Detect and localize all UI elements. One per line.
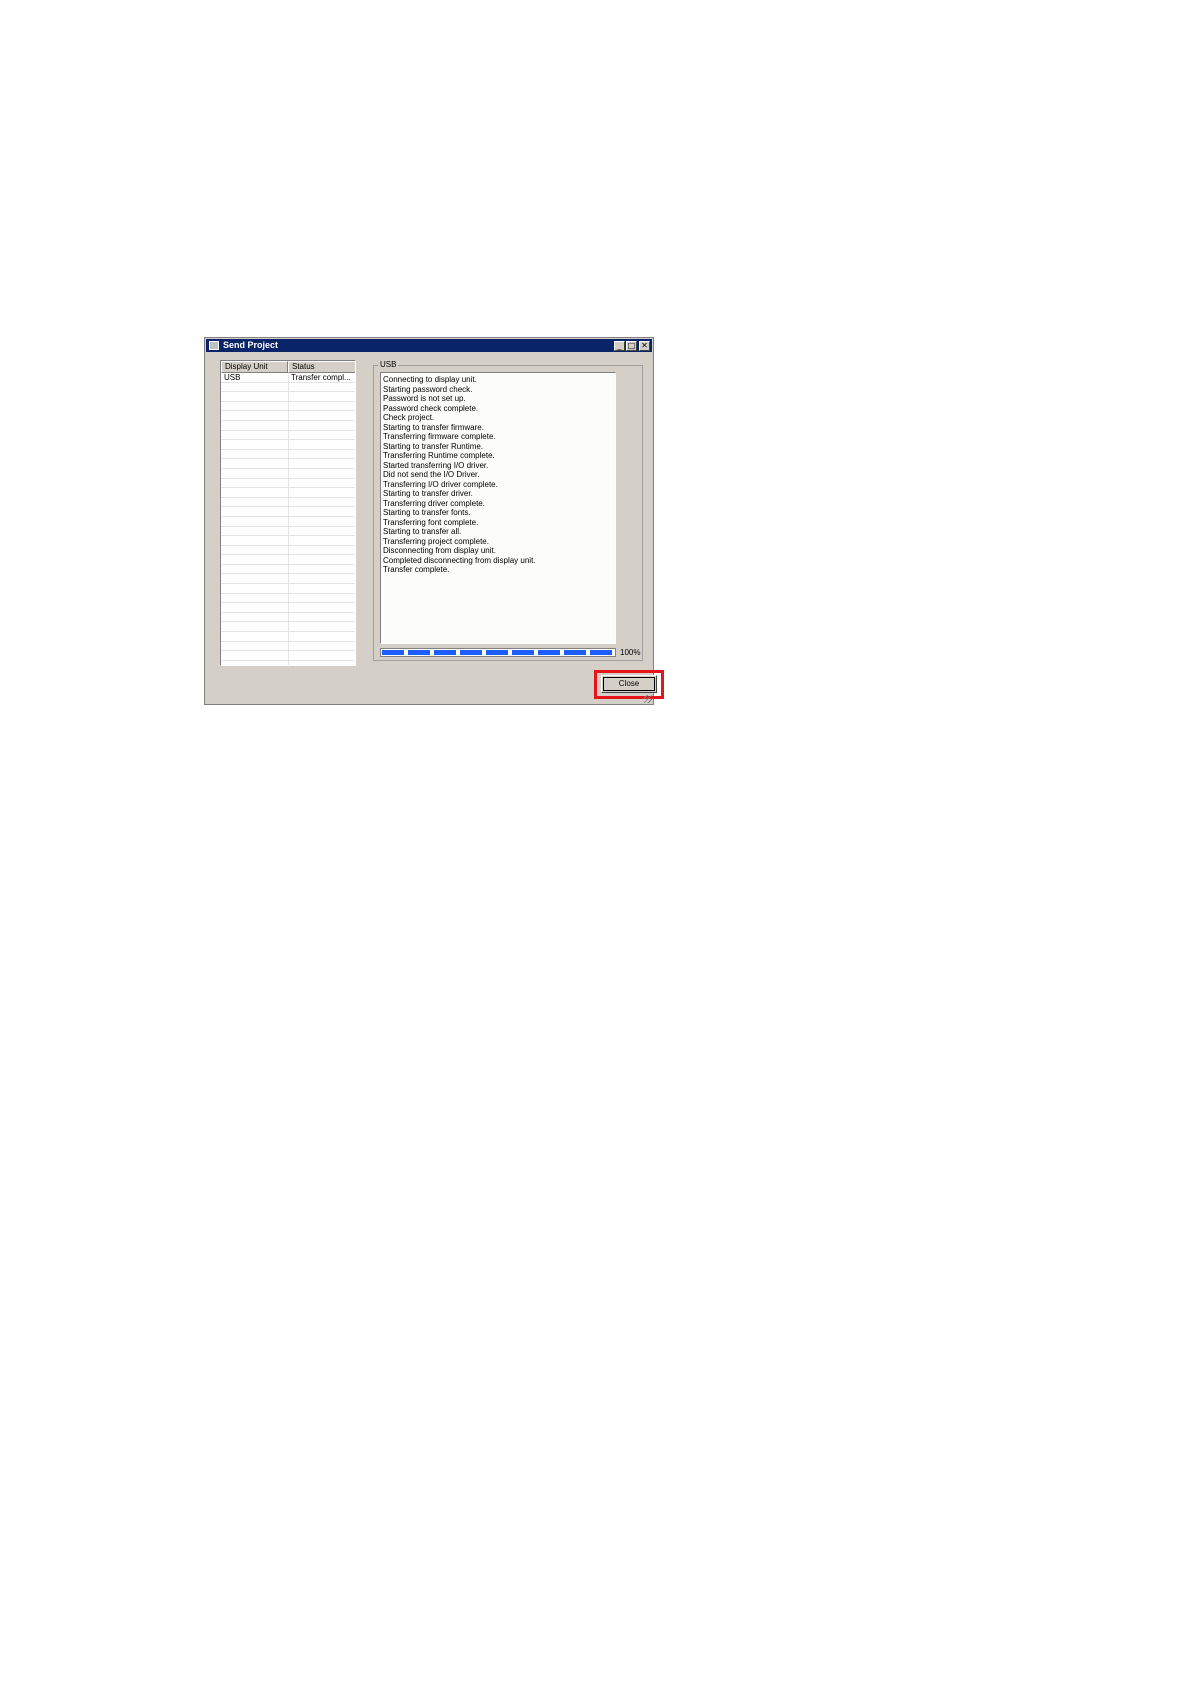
list-row[interactable] (221, 479, 355, 489)
log-line: Transferring font complete. (383, 517, 479, 527)
column-header-display-unit[interactable]: Display Unit (221, 361, 288, 373)
log-line: Password check complete. (383, 403, 479, 413)
list-row[interactable] (221, 622, 355, 633)
list-row[interactable] (221, 565, 355, 575)
transfer-group: USB Connecting to display unit. Starting … (373, 360, 643, 661)
list-row[interactable] (221, 440, 355, 450)
log-line: Disconnecting from display unit. (383, 546, 496, 555)
list-row[interactable] (221, 450, 355, 460)
progress-fill (382, 650, 614, 655)
group-label: USB (378, 360, 399, 370)
list-row[interactable] (221, 527, 355, 537)
log-line: Did not send the I/O Driver. (383, 470, 480, 479)
list-row[interactable] (221, 488, 355, 498)
list-row[interactable] (221, 536, 355, 546)
transfer-log[interactable]: Connecting to display unit. Starting pass… (380, 372, 616, 644)
list-row[interactable] (221, 642, 355, 652)
list-row[interactable] (221, 651, 355, 661)
minimize-button[interactable]: _ (614, 341, 625, 351)
window-title: Send Project (223, 340, 279, 350)
log-line: Check project. (383, 413, 435, 422)
list-row[interactable] (221, 383, 355, 393)
list-row[interactable] (221, 431, 355, 441)
send-project-dialog: Send Project _ □ ✕ Display Unit Status U… (204, 337, 664, 705)
app-icon (209, 341, 219, 350)
resize-grip[interactable] (644, 695, 652, 703)
list-row[interactable] (221, 421, 355, 431)
progress-percent: 100% (620, 648, 641, 657)
log-line: Password is not set up. (383, 394, 466, 403)
list-row[interactable] (221, 555, 355, 565)
list-rows: USB Transfer compl... (221, 373, 355, 665)
log-line: Completed disconnecting from display uni… (383, 555, 536, 565)
list-row[interactable] (221, 411, 355, 421)
list-row[interactable] (221, 469, 355, 479)
log-line: Transferring project complete. (383, 536, 489, 546)
list-header: Display Unit Status (221, 361, 355, 373)
log-line: Started transferring I/O driver. (383, 460, 489, 470)
list-row[interactable] (221, 603, 355, 613)
list-row[interactable] (221, 459, 355, 469)
log-line: Starting to transfer driver. (383, 489, 473, 498)
progress-bar (380, 648, 616, 657)
list-row[interactable] (221, 402, 355, 412)
log-line: Transferring I/O driver complete. (383, 479, 498, 489)
list-row[interactable] (221, 613, 355, 623)
maximize-button[interactable]: □ (626, 341, 637, 351)
log-line: Transferring firmware complete. (383, 432, 496, 441)
log-line: Transferring Runtime complete. (383, 451, 495, 460)
list-row[interactable] (221, 392, 355, 402)
column-header-status[interactable]: Status (288, 361, 355, 373)
display-unit-list[interactable]: Display Unit Status USB Transfer compl... (220, 360, 356, 666)
log-line: Transferring driver complete. (383, 498, 485, 508)
list-row[interactable] (221, 498, 355, 508)
title-bar[interactable]: Send Project _ □ ✕ (206, 339, 652, 352)
close-button[interactable]: Close (601, 675, 657, 693)
log-line: Starting to transfer firmware. (383, 422, 484, 432)
log-line: Starting to transfer fonts. (383, 508, 471, 517)
list-row[interactable] (221, 574, 355, 585)
log-line: Starting to transfer all. (383, 527, 462, 536)
list-row[interactable] (221, 584, 355, 594)
log-line: Connecting to display unit. (383, 375, 477, 384)
close-window-button[interactable]: ✕ (639, 341, 650, 351)
cell-display-unit: USB (224, 373, 241, 382)
log-line: Transfer complete. (383, 565, 450, 574)
list-row[interactable] (221, 507, 355, 517)
list-row[interactable] (221, 661, 355, 665)
log-line: Starting to transfer Runtime. (383, 441, 484, 451)
log-line: Starting password check. (383, 384, 473, 394)
list-row[interactable] (221, 594, 355, 604)
list-row[interactable]: USB Transfer compl... (221, 373, 355, 383)
list-row[interactable] (221, 546, 355, 556)
list-row[interactable] (221, 517, 355, 527)
list-row[interactable] (221, 632, 355, 642)
cell-status: Transfer compl... (291, 373, 351, 382)
